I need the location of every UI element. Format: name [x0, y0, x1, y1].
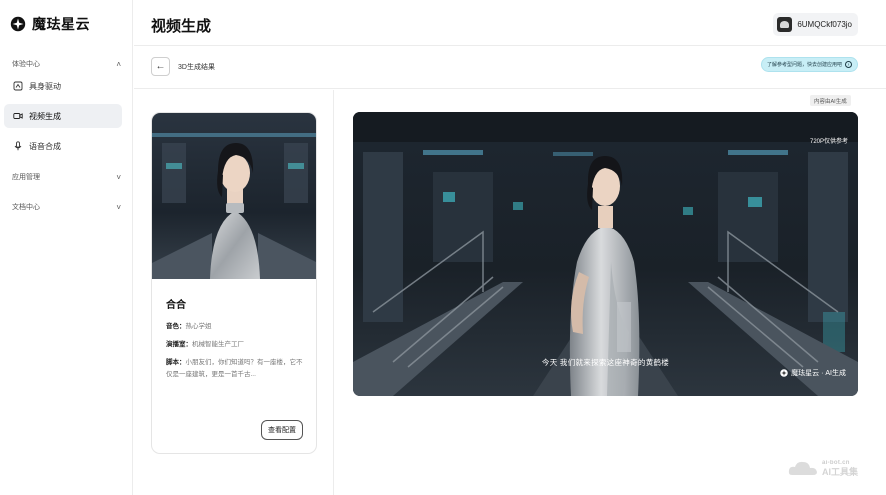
- result-toolbar: ← 3D生成结果 了解参考型问题，快去创建应用吧 ›: [134, 47, 886, 89]
- studio-value: 机械智能生产工厂: [192, 341, 244, 348]
- sidebar-item-label: 视频生成: [29, 111, 61, 121]
- voice-row: 音色：热心学姐: [166, 321, 306, 333]
- video-icon: [13, 113, 23, 119]
- arrow-left-icon: ←: [155, 61, 166, 72]
- arrow-right-circle-icon: ›: [845, 61, 852, 68]
- sidebar-item-label: 语音合成: [29, 141, 61, 151]
- brand-name: 魔珐星云: [32, 16, 90, 32]
- nav-group-label: 应用管理: [12, 174, 40, 181]
- watermark-label: AI工具集: [821, 467, 858, 477]
- resolution-note: 720P仅供参考: [809, 139, 848, 145]
- chevron-up-icon: ˄: [116, 59, 121, 69]
- video-player[interactable]: 720P仅供参考 今天 我们就来探索这座神奇的黄鹤楼 魔珐星云 · AI生成: [353, 112, 858, 396]
- avatar-name: 合合: [166, 300, 186, 311]
- video-frame: [353, 112, 858, 396]
- nav-group-docs[interactable]: 文档中心 ˅: [0, 201, 133, 213]
- nav-group-label: 体验中心: [12, 61, 40, 68]
- nav-group-app-management[interactable]: 应用管理 ˅: [0, 171, 133, 183]
- home-icon: [13, 81, 23, 91]
- avatar-card: 合合 音色：热心学姐 演播室：机械智能生产工厂 脚本：小朋友们，你们知道吗？有一…: [151, 112, 317, 454]
- microphone-icon: [14, 141, 22, 151]
- brand[interactable]: 魔珐星云: [10, 14, 90, 34]
- sidebar-item-speech-synthesis[interactable]: 语音合成: [4, 134, 122, 158]
- tip-text: 了解参考型问题，快去创建应用吧: [766, 62, 842, 68]
- brand-logo-icon: [780, 369, 788, 377]
- voice-value: 热心学姐: [185, 323, 212, 330]
- cloud-logo-icon: [788, 461, 817, 475]
- nav-group-label: 文档中心: [12, 204, 40, 211]
- script-value: 小朋友们，你们知道吗？有一座楼，它不仅是一座建筑，更是一首千古...: [166, 359, 303, 378]
- avatar-panel: 合合 音色：热心学姐 演播室：机械智能生产工厂 脚本：小朋友们，你们知道吗？有一…: [134, 90, 334, 495]
- breadcrumb: 3D生成结果: [178, 64, 215, 71]
- username: 6UMQCkf073jo: [797, 20, 852, 29]
- watermark-text: 魔珐星云 · AI生成: [791, 370, 846, 377]
- user-menu[interactable]: 6UMQCkf073jo: [773, 13, 858, 36]
- chevron-down-icon: ˅: [116, 172, 121, 182]
- page-header: 视频生成 6UMQCkf073jo: [134, 0, 886, 46]
- page-title: 视频生成: [151, 18, 212, 35]
- ai-generated-tag: 内容由AI生成: [810, 95, 851, 106]
- studio-key: 演播室：: [166, 341, 192, 348]
- sidebar: 魔珐星云 体验中心 ˄ 具身驱动 视频生成 语音合成 应用管理 ˅ 文档中心 ˅: [0, 0, 133, 495]
- brand-logo-icon: [10, 16, 26, 32]
- sidebar-item-embodied-drive[interactable]: 具身驱动: [4, 74, 122, 98]
- studio-row: 演播室：机械智能生产工厂: [166, 339, 306, 351]
- sidebar-item-label: 具身驱动: [29, 81, 61, 91]
- create-app-tip[interactable]: 了解参考型问题，快去创建应用吧 ›: [760, 57, 858, 72]
- video-subtitle: 今天 我们就来探索这座神奇的黄鹤楼: [541, 358, 670, 367]
- script-row: 脚本：小朋友们，你们知道吗？有一座楼，它不仅是一座建筑，更是一首千古...: [166, 357, 306, 381]
- sidebar-item-video-generation[interactable]: 视频生成: [4, 104, 122, 128]
- nav-group-experience[interactable]: 体验中心 ˄: [0, 58, 133, 70]
- corner-watermark: ai-bot.cn AI工具集: [788, 459, 858, 477]
- view-config-button[interactable]: 查看配置: [261, 420, 303, 440]
- script-key: 脚本：: [166, 359, 186, 366]
- chevron-down-icon: ˅: [116, 202, 121, 212]
- back-button[interactable]: ←: [151, 57, 170, 76]
- video-watermark: 魔珐星云 · AI生成: [780, 368, 846, 378]
- avatar-thumbnail: [152, 113, 316, 279]
- voice-key: 音色：: [166, 323, 186, 330]
- avatar: [777, 17, 793, 32]
